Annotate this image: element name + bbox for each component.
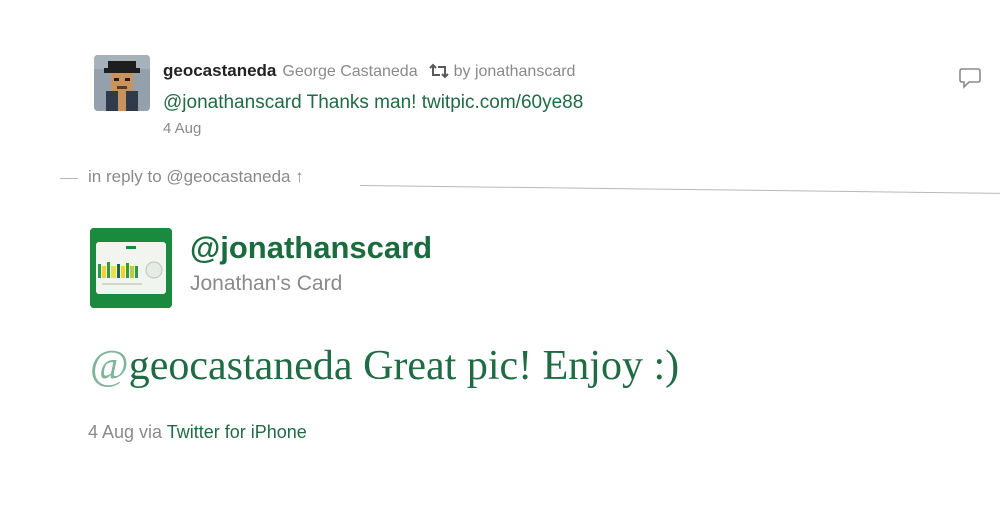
retweeted-by-label[interactable]: by jonathanscard <box>454 63 576 81</box>
divider-line-right <box>359 185 1000 194</box>
jonathanscard-avatar[interactable] <box>90 228 172 308</box>
source-link[interactable]: Twitter for iPhone <box>167 422 307 442</box>
retweeted-tweet-header: geocastaneda George Castaneda by jonatha… <box>163 60 575 82</box>
via-label: via <box>134 422 167 442</box>
divider-line-left <box>60 178 78 179</box>
tweet-mention-link[interactable]: @jonathanscard <box>163 92 302 113</box>
main-mention-link[interactable]: geocastaneda <box>129 343 353 389</box>
mention-at-sign[interactable]: @ <box>90 343 129 389</box>
pixel-avatar-image <box>94 55 150 111</box>
tweet-text-body: Thanks man! <box>301 92 422 113</box>
tweet-conversation: geocastaneda George Castaneda by jonatha… <box>0 0 1000 505</box>
twitpic-link[interactable]: twitpic.com/60ye88 <box>422 92 584 113</box>
geocastaneda-avatar[interactable] <box>94 55 150 111</box>
main-tweet-date[interactable]: 4 Aug <box>88 422 134 442</box>
retweeted-tweet-date[interactable]: 4 Aug <box>163 120 201 137</box>
retweeted-full-name: George Castaneda <box>282 63 418 80</box>
card-avatar-image <box>90 228 172 308</box>
retweeted-screen-name[interactable]: geocastaneda <box>163 61 276 81</box>
main-tweet-text: @geocastaneda Great pic! Enjoy :) <box>90 342 679 390</box>
main-tweet-body: Great pic! Enjoy :) <box>352 343 680 389</box>
retweeted-tweet-text: @jonathanscard Thanks man! twitpic.com/6… <box>163 92 583 114</box>
in-reply-to-link[interactable]: in reply to @geocastaneda ↑ <box>88 167 304 187</box>
main-screen-name[interactable]: @jonathanscard <box>190 230 432 266</box>
main-tweet-meta: 4 Aug via Twitter for iPhone <box>88 422 307 443</box>
retweet-icon <box>428 63 450 84</box>
main-full-name: Jonathan's Card <box>190 272 343 295</box>
speech-bubble-icon[interactable] <box>958 66 982 95</box>
